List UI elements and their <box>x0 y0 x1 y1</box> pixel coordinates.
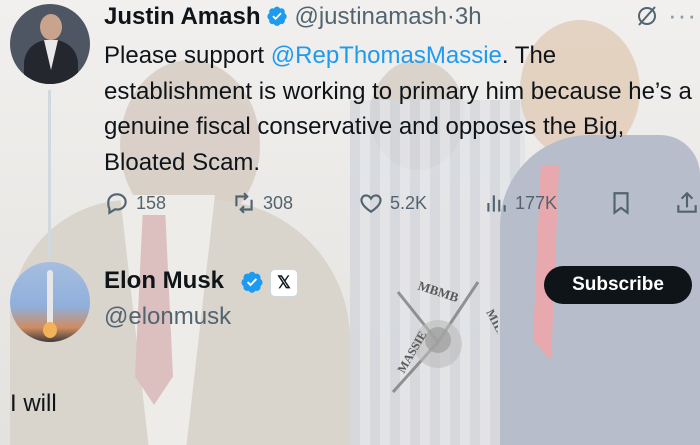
reply-author-handle[interactable]: @elonmusk <box>104 302 231 332</box>
reply-icon <box>107 193 127 215</box>
reply-count: 158 <box>136 192 167 213</box>
reply-author-name[interactable]: Elon Musk <box>104 266 224 296</box>
thread-connector <box>48 90 51 258</box>
like-button[interactable]: 5.2K <box>358 188 427 218</box>
verified-icon <box>241 271 263 293</box>
grok-icon[interactable] <box>635 4 659 28</box>
bookmark-button[interactable] <box>608 188 634 218</box>
reply-button[interactable]: 158 <box>104 188 166 218</box>
like-icon <box>360 194 382 213</box>
author-name[interactable]: Justin Amash <box>104 3 260 30</box>
avatar-elonmusk[interactable] <box>10 262 90 342</box>
separator-dot: · <box>446 3 455 30</box>
share-icon <box>677 191 697 213</box>
bookmark-icon <box>613 192 629 215</box>
more-icon[interactable]: ··· <box>668 0 700 30</box>
repost-button[interactable]: 308 <box>231 188 293 218</box>
watermark-top-text: MBMB <box>416 278 461 305</box>
repost-icon <box>235 192 253 214</box>
subscribe-button[interactable]: Subscribe <box>544 266 692 304</box>
x-affiliation-badge[interactable]: 𝕏 <box>270 269 298 297</box>
reply-text: I will <box>10 390 57 417</box>
share-button[interactable] <box>674 188 700 218</box>
views-button[interactable]: 177K <box>483 188 557 218</box>
mention-link[interactable]: @RepThomasMassie <box>271 42 502 69</box>
tweet-actions: 158 308 5.2K 177K <box>104 188 700 218</box>
views-count: 177K <box>515 192 558 213</box>
tweet-text: Please support @RepThomasMassie. The est… <box>104 38 694 180</box>
like-count: 5.2K <box>390 192 428 213</box>
avatar-justinamash[interactable] <box>10 4 90 84</box>
tweet-header: Justin Amash @justinamash·3h <box>104 2 482 32</box>
author-handle[interactable]: @justinamash <box>294 3 446 30</box>
timestamp[interactable]: 3h <box>455 3 482 30</box>
massie-militia-watermark: MBMB MASSIE MILITIA <box>378 272 519 402</box>
views-icon <box>487 195 506 212</box>
verified-icon <box>267 6 288 26</box>
tweet-text-before: Please support <box>104 42 271 69</box>
repost-count: 308 <box>263 192 294 213</box>
watermark-right-text: MILITIA <box>483 307 498 358</box>
